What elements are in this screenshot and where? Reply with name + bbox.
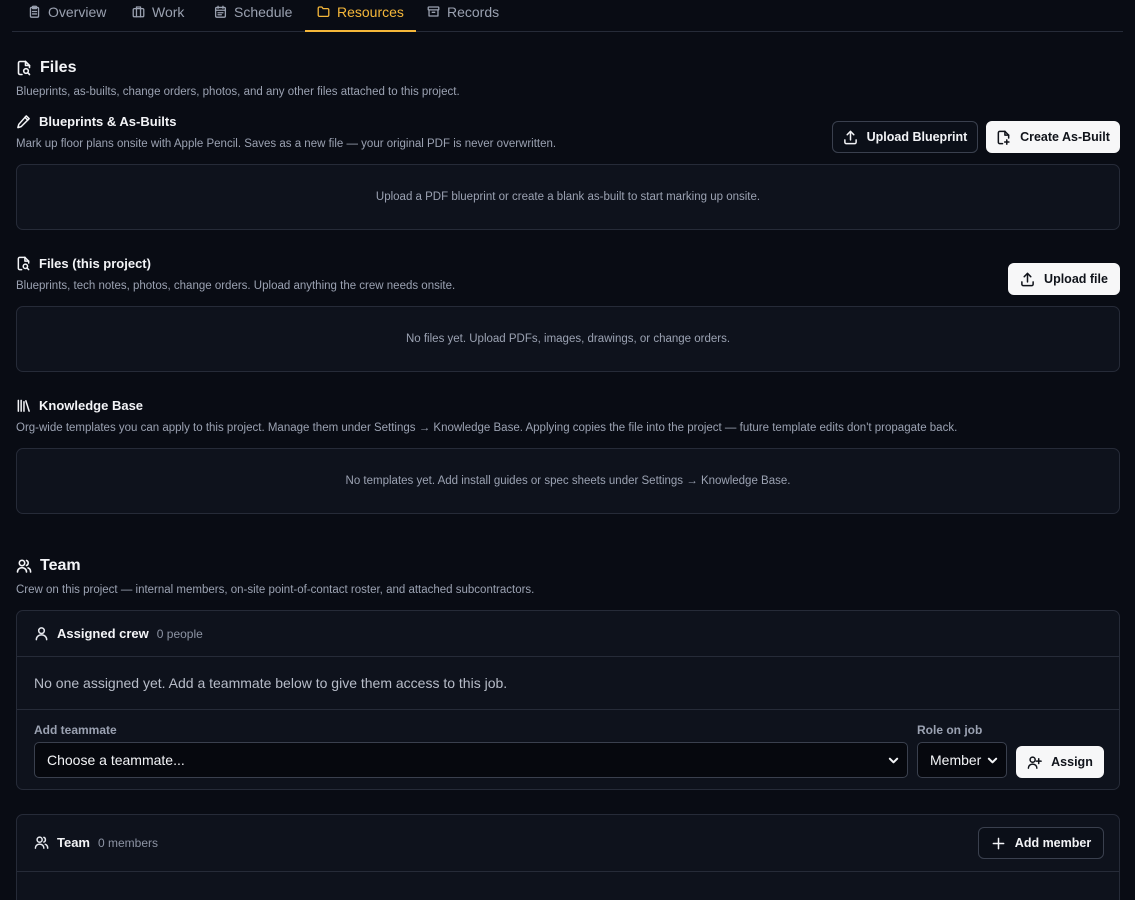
file-search-icon	[17, 60, 31, 76]
blueprints-empty-text: Upload a PDF blueprint or create a blank…	[375, 191, 761, 203]
project-files-heading: Files (this project)	[16, 256, 151, 271]
plus-icon	[992, 837, 1005, 849]
role-select-value: Member	[930, 752, 982, 768]
assigned-crew-title: Assigned crew	[57, 626, 149, 641]
add-teammate-label: Add teammate	[34, 723, 117, 737]
tab-label: Work	[152, 4, 185, 20]
upload-blueprint-label: Upload Blueprint	[866, 130, 968, 144]
tab-records[interactable]: Records	[427, 0, 499, 32]
clipboard-icon	[29, 5, 40, 18]
upload-blueprint-button[interactable]: Upload Blueprint	[832, 121, 978, 153]
blueprints-empty-panel: Upload a PDF blueprint or create a blank…	[16, 164, 1120, 230]
upload-icon	[1021, 272, 1034, 286]
knowledge-base-description: Org-wide templates you can apply to this…	[16, 422, 958, 434]
divider	[17, 871, 1119, 872]
assigned-crew-count: 0 people	[156, 626, 203, 641]
chevron-down-icon	[888, 757, 899, 764]
divider	[17, 656, 1119, 657]
role-on-job-label: Role on job	[917, 723, 983, 737]
team-description: Crew on this project — internal members,…	[16, 584, 535, 596]
knowledge-base-heading: Knowledge Base	[16, 398, 143, 413]
files-heading: Files	[16, 59, 76, 77]
knowledge-base-empty-text: No templates yet. Add install guides or …	[345, 475, 791, 487]
file-plus-icon	[997, 130, 1010, 145]
create-as-built-button[interactable]: Create As-Built	[986, 121, 1120, 153]
files-description: Blueprints, as-builts, change orders, ph…	[16, 86, 460, 98]
divider	[17, 709, 1119, 710]
briefcase-icon	[132, 6, 145, 18]
knowledge-base-title: Knowledge Base	[39, 398, 144, 413]
team-heading: Team	[16, 557, 81, 575]
assigned-crew-panel: Assigned crew 0 people No one assigned y…	[16, 610, 1120, 790]
calendar-icon	[214, 5, 227, 18]
tab-overview[interactable]: Overview	[28, 0, 106, 32]
folder-icon	[317, 6, 330, 18]
team-members-title: Team	[57, 835, 90, 850]
tab-label: Schedule	[234, 4, 293, 20]
assign-label: Assign	[1051, 755, 1093, 769]
pencil-icon	[17, 115, 30, 129]
user-icon	[35, 627, 48, 641]
blueprints-heading: Blueprints & As-Builts	[16, 114, 176, 129]
file-search-icon	[17, 256, 30, 271]
users-icon	[16, 559, 32, 573]
add-member-button[interactable]: Add member	[978, 827, 1104, 859]
tab-label: Resources	[337, 4, 404, 20]
library-icon	[17, 399, 30, 412]
upload-icon	[843, 130, 857, 144]
chevron-down-icon	[987, 757, 998, 764]
role-select[interactable]: Member	[917, 742, 1007, 778]
upload-file-button[interactable]: Upload file	[1008, 263, 1120, 295]
create-as-built-label: Create As-Built	[1020, 130, 1110, 144]
team-members-count: 0 members	[98, 835, 159, 850]
tab-label: Overview	[48, 4, 107, 20]
add-member-label: Add member	[1014, 836, 1092, 850]
user-plus-icon	[1027, 755, 1042, 769]
team-members-header: Team 0 members	[34, 835, 158, 850]
tab-resources[interactable]: Resources	[305, 0, 416, 32]
upload-file-label: Upload file	[1044, 272, 1108, 286]
assigned-crew-header: Assigned crew 0 people	[34, 626, 203, 641]
project-files-empty-panel: No files yet. Upload PDFs, images, drawi…	[16, 306, 1120, 372]
assign-button[interactable]: Assign	[1016, 746, 1104, 778]
assigned-crew-empty-text: No one assigned yet. Add a teammate belo…	[34, 675, 508, 691]
tab-label: Records	[447, 4, 500, 20]
team-members-panel: Team 0 members Add member	[16, 814, 1120, 900]
tab-schedule[interactable]: Schedule	[214, 0, 292, 32]
blueprints-description: Mark up floor plans onsite with Apple Pe…	[16, 138, 557, 150]
files-title: Files	[40, 59, 77, 76]
project-files-title: Files (this project)	[39, 256, 151, 271]
tab-bar: Overview Work Schedule Resources Records	[12, 0, 1123, 32]
users-icon	[34, 836, 49, 849]
teammate-select-value: Choose a teammate...	[47, 752, 185, 768]
blueprints-title: Blueprints & As-Builts	[39, 114, 177, 129]
archive-icon	[427, 6, 440, 17]
knowledge-base-empty-panel: No templates yet. Add install guides or …	[16, 448, 1120, 514]
tab-work[interactable]: Work	[132, 0, 184, 32]
team-title: Team	[40, 557, 81, 574]
project-files-description: Blueprints, tech notes, photos, change o…	[16, 280, 456, 292]
teammate-select[interactable]: Choose a teammate...	[34, 742, 908, 778]
project-files-empty-text: No files yet. Upload PDFs, images, drawi…	[405, 333, 731, 345]
